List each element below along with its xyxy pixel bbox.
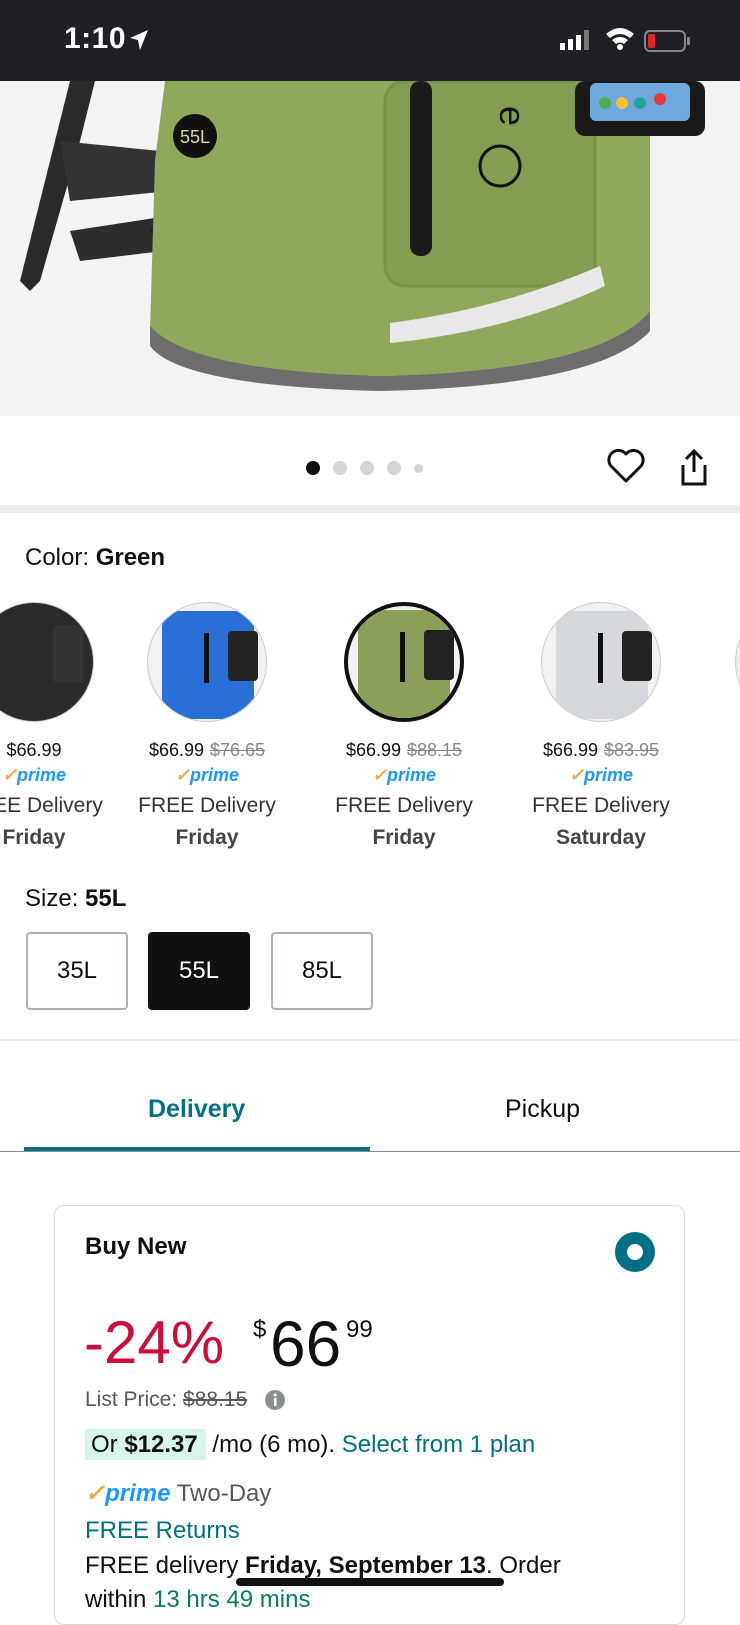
status-time: 1:10: [64, 22, 127, 55]
pagination-dot[interactable]: [360, 461, 374, 475]
pagination-dot[interactable]: [306, 461, 320, 475]
select-plan-link[interactable]: Select from 1 plan: [342, 1431, 535, 1458]
size-option-85l[interactable]: 85L: [271, 932, 373, 1010]
swatch-image: [541, 602, 661, 722]
pagination-dot[interactable]: [333, 461, 347, 475]
pagination-dot[interactable]: [387, 461, 401, 475]
share-icon[interactable]: [678, 448, 710, 488]
swatch-price: $66.99: [542, 740, 598, 760]
swatch-delivery-day: Friday: [372, 826, 436, 849]
swatch-image: [147, 602, 267, 722]
swatch-image: [344, 602, 464, 722]
color-swatch-partial[interactable]: [735, 602, 740, 722]
image-pagination-dots[interactable]: [306, 461, 423, 475]
swatch-image: [0, 602, 94, 722]
tab-pickup[interactable]: Pickup: [505, 1095, 580, 1124]
plan-highlight: Or $12.37: [85, 1429, 206, 1460]
color-label: Color: Green: [25, 544, 166, 571]
svg-text:e: e: [492, 106, 533, 126]
prime-logo: prime: [105, 1480, 171, 1507]
swatch-delivery: FREE Delivery: [335, 794, 473, 817]
swatch-price: $66.99: [6, 740, 62, 760]
color-swatch-blue[interactable]: $66.99 $76.65 ✓prime FREE Delivery Friday: [107, 602, 307, 850]
swatch-delivery-day: Friday: [175, 826, 239, 849]
price-currency: $: [253, 1316, 267, 1343]
swatch-delivery-day: Saturday: [556, 826, 646, 849]
color-swatch-green[interactable]: $66.99 $88.15 ✓prime FREE Delivery Friday: [304, 602, 504, 850]
free-returns-link[interactable]: FREE Returns: [85, 1517, 240, 1545]
list-price: List Price: $88.15: [85, 1388, 248, 1411]
section-divider: [0, 1039, 740, 1041]
discount-percent: -24%: [84, 1309, 225, 1376]
price-fraction: 99: [346, 1316, 373, 1343]
tab-baseline: [0, 1151, 740, 1152]
swatch-list-price: $76.65: [210, 740, 266, 760]
section-divider: [0, 505, 740, 513]
pagination-dot[interactable]: [414, 463, 423, 473]
buy-new-title: Buy New: [85, 1233, 187, 1260]
tab-active-indicator: [24, 1147, 370, 1151]
size-option-35l[interactable]: 35L: [26, 932, 128, 1010]
free-delivery-text: FREE delivery Friday, September 13. Orde…: [85, 1552, 561, 1579]
swatch-price: $66.99: [345, 740, 401, 760]
prime-check-icon: ✓: [85, 1480, 106, 1507]
color-swatch-gray[interactable]: $66.99 $83.95 ✓prime FREE Delivery Saturd…: [501, 602, 701, 850]
info-icon[interactable]: [264, 1389, 286, 1411]
size-badge: 55L: [180, 127, 210, 147]
tab-delivery[interactable]: Delivery: [148, 1095, 245, 1124]
color-value: Green: [95, 544, 166, 571]
prime-badge: ✓prime: [371, 765, 437, 785]
swatch-price: $66.99: [148, 740, 204, 760]
battery-low-icon: [644, 30, 690, 52]
heart-icon[interactable]: [607, 448, 645, 484]
backpack-illustration: 55L e: [0, 81, 740, 416]
cellular-signal-icon: [560, 30, 589, 50]
swatch-delivery: FREE Delivery: [138, 794, 276, 817]
home-indicator[interactable]: [236, 1578, 504, 1586]
buy-new-radio[interactable]: [615, 1232, 655, 1272]
wifi-icon: [606, 28, 634, 50]
price-whole: 66: [270, 1308, 342, 1380]
location-arrow-icon: [130, 30, 148, 50]
size-value: 55L: [85, 885, 127, 912]
prime-two-day: ✓prime Two-Day: [85, 1480, 272, 1507]
order-within-text: within 13 hrs 49 mins: [85, 1586, 311, 1613]
delivery-date: Friday, September 13: [245, 1552, 487, 1579]
product-image[interactable]: 55L e: [0, 81, 740, 416]
prime-badge: ✓prime: [568, 765, 634, 785]
swatch-delivery: FREE Delivery: [532, 794, 670, 817]
prime-badge: ✓prime: [174, 765, 240, 785]
size-label: Size: 55L: [25, 885, 127, 912]
swatch-list-price: $88.15: [407, 740, 463, 760]
status-bar: 1:10: [0, 0, 740, 81]
swatch-list-price: $83.95: [604, 740, 660, 760]
size-option-55l[interactable]: 55L: [148, 932, 250, 1010]
monthly-plan: Or $12.37 /mo (6 mo). Select from 1 plan: [85, 1429, 535, 1460]
